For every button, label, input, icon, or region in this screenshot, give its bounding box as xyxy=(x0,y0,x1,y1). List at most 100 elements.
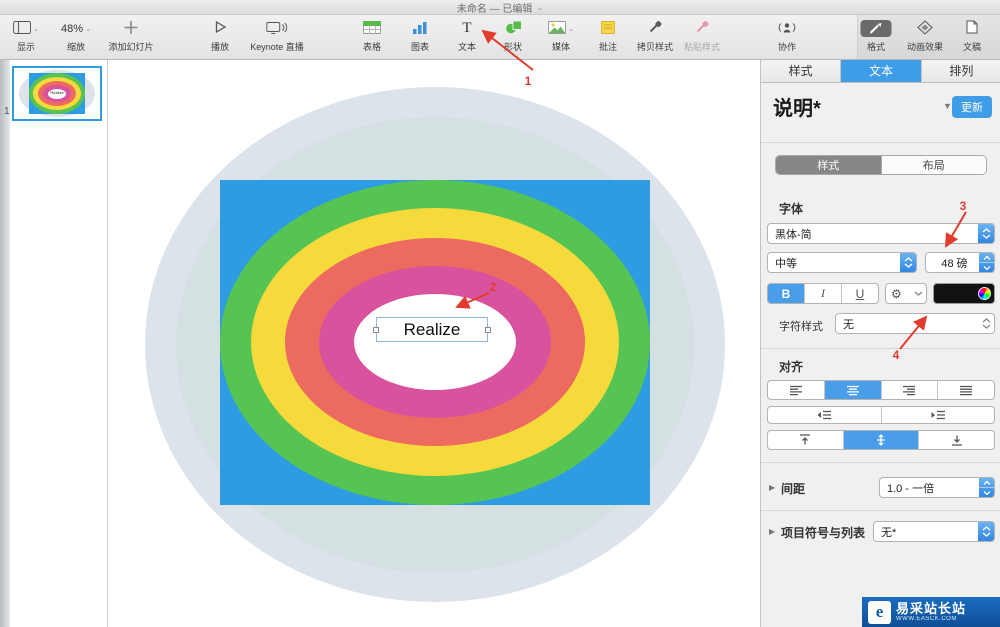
paste-style-label: 粘贴样式 xyxy=(683,42,721,52)
align-left-button[interactable] xyxy=(768,381,825,399)
resize-handle-right[interactable] xyxy=(485,327,491,333)
paste-style-button[interactable]: 粘贴样式 xyxy=(684,19,720,53)
text-color-well[interactable] xyxy=(933,283,995,304)
align-right-button[interactable] xyxy=(882,381,939,399)
indent-segment xyxy=(767,406,995,424)
valign-top-button[interactable] xyxy=(768,431,844,449)
document-icon xyxy=(966,20,978,37)
update-button[interactable]: 更新 xyxy=(952,96,992,118)
zoom-value: 48% xyxy=(61,22,84,35)
table-label: 表格 xyxy=(362,42,382,52)
title-chevron-icon: ⌄ xyxy=(536,2,544,12)
watermark-subtitle: WWW.EASCK.COM xyxy=(896,615,957,622)
resize-handle-left[interactable] xyxy=(373,327,379,333)
align-justify-button[interactable] xyxy=(938,381,994,399)
watermark-logo-icon: e xyxy=(868,600,891,624)
stepper-icon xyxy=(979,478,994,497)
italic-button[interactable]: I xyxy=(805,284,842,303)
font-section-label: 字体 xyxy=(779,202,804,216)
eyedropper-icon xyxy=(695,20,709,37)
underline-button[interactable]: U xyxy=(842,284,878,303)
decrease-indent-button[interactable] xyxy=(768,407,882,423)
bold-button[interactable]: B xyxy=(768,284,805,303)
bullets-disclosure-icon[interactable]: ▶ xyxy=(769,527,775,536)
font-size-stepper[interactable]: 48 磅 xyxy=(925,252,995,273)
copy-style-label: 拷贝样式 xyxy=(636,42,674,52)
zoom-button[interactable]: 48% ⌄ 缩放 xyxy=(61,19,91,53)
font-family-value: 黑体-简 xyxy=(775,228,812,241)
align-section-label: 对齐 xyxy=(779,360,804,374)
inspector-tabs: 样式 文本 排列 xyxy=(761,60,1000,83)
format-inspector: 样式 文本 排列 说明* ▼ 更新 样式 布局 字体 黑体-简 中等 48 磅 xyxy=(760,60,1000,627)
animate-diamond-icon xyxy=(917,19,933,38)
chart-button[interactable]: 图表 xyxy=(411,19,429,53)
text-box[interactable]: Realize xyxy=(373,317,491,342)
style-dropdown-caret-icon[interactable]: ▼ xyxy=(943,101,952,111)
chart-label: 图表 xyxy=(410,42,430,52)
play-label: 播放 xyxy=(210,42,230,52)
play-icon xyxy=(213,20,227,37)
shape-button[interactable]: 形状 xyxy=(504,19,522,53)
shape-icon xyxy=(504,20,522,37)
collaborate-button[interactable]: 协作 xyxy=(777,19,797,53)
tab-text[interactable]: 文本 xyxy=(841,60,922,82)
bullets-value: 无* xyxy=(881,526,897,539)
animate-label: 动画效果 xyxy=(906,42,944,52)
chevron-down-icon: ⌄ xyxy=(33,25,39,33)
keynote-live-icon xyxy=(266,21,288,37)
comment-button[interactable]: 批注 xyxy=(599,19,617,53)
collaborate-label: 协作 xyxy=(777,42,796,52)
document-button[interactable]: 文稿 xyxy=(963,19,981,53)
media-button[interactable]: ⌄ 媒体 xyxy=(548,19,574,53)
divider xyxy=(761,462,1000,463)
plus-icon xyxy=(123,20,138,38)
align-center-button[interactable] xyxy=(824,381,882,399)
window-title: 未命名 — 已编辑 xyxy=(456,3,533,15)
media-label: 媒体 xyxy=(551,42,570,52)
spacing-label: 间距 xyxy=(781,482,806,496)
spacing-disclosure-icon[interactable]: ▶ xyxy=(769,483,775,492)
text-box-value: Realize xyxy=(403,319,461,339)
char-style-label: 字符样式 xyxy=(779,321,823,333)
play-button[interactable]: 播放 xyxy=(211,19,229,53)
segment-style[interactable]: 样式 xyxy=(776,156,882,174)
font-weight-select[interactable]: 中等 xyxy=(767,252,917,273)
valign-bottom-button[interactable] xyxy=(919,431,994,449)
increase-indent-button[interactable] xyxy=(882,407,995,423)
window-left-edge xyxy=(0,60,10,627)
text-button[interactable]: T 文本 xyxy=(458,19,476,53)
slide-canvas[interactable]: Realize xyxy=(108,60,760,627)
view-button[interactable]: ⌄ 显示 xyxy=(13,19,39,53)
paragraph-style-title: 说明* xyxy=(773,98,821,120)
animate-button[interactable]: 动画效果 xyxy=(907,19,943,53)
add-slide-button[interactable]: 添加幻灯片 xyxy=(108,19,154,53)
add-slide-label: 添加幻灯片 xyxy=(108,42,154,52)
thumb-text: Realize xyxy=(50,90,64,95)
copy-style-button[interactable]: 拷贝样式 xyxy=(637,19,673,53)
font-family-select[interactable]: 黑体-简 xyxy=(767,223,995,244)
table-icon xyxy=(362,20,381,37)
window-titlebar[interactable]: 未命名 — 已编辑 ⌄ xyxy=(0,0,1000,15)
spacing-value: 1.0 - 一倍 xyxy=(887,482,935,495)
color-wheel-icon xyxy=(978,287,991,300)
popup-chevrons-icon xyxy=(978,314,994,333)
bold-italic-underline-segment: B I U xyxy=(767,283,879,304)
site-watermark: e 易采站长站 WWW.EASCK.COM xyxy=(862,597,1000,627)
format-button[interactable]: 格式 xyxy=(860,19,892,53)
white-ellipse[interactable] xyxy=(354,294,516,390)
table-button[interactable]: 表格 xyxy=(362,19,382,53)
char-style-select[interactable]: 无 xyxy=(835,313,995,334)
tab-style[interactable]: 样式 xyxy=(761,60,842,82)
bullets-select[interactable]: 无* xyxy=(873,521,995,542)
keynote-live-button[interactable]: Keynote 直播 xyxy=(250,19,304,53)
shape-label: 形状 xyxy=(503,42,523,52)
spacing-select[interactable]: 1.0 - 一倍 xyxy=(879,477,995,498)
segment-layout[interactable]: 布局 xyxy=(881,156,986,174)
tab-arrange[interactable]: 排列 xyxy=(921,60,1000,82)
view-icon xyxy=(13,20,32,37)
slide-thumbnail[interactable]: Realize xyxy=(12,66,102,121)
valign-middle-button[interactable] xyxy=(843,431,920,449)
media-icon xyxy=(548,20,567,37)
text-options-gear-select[interactable]: ⚙ xyxy=(885,283,927,304)
collaborate-icon xyxy=(777,20,797,37)
